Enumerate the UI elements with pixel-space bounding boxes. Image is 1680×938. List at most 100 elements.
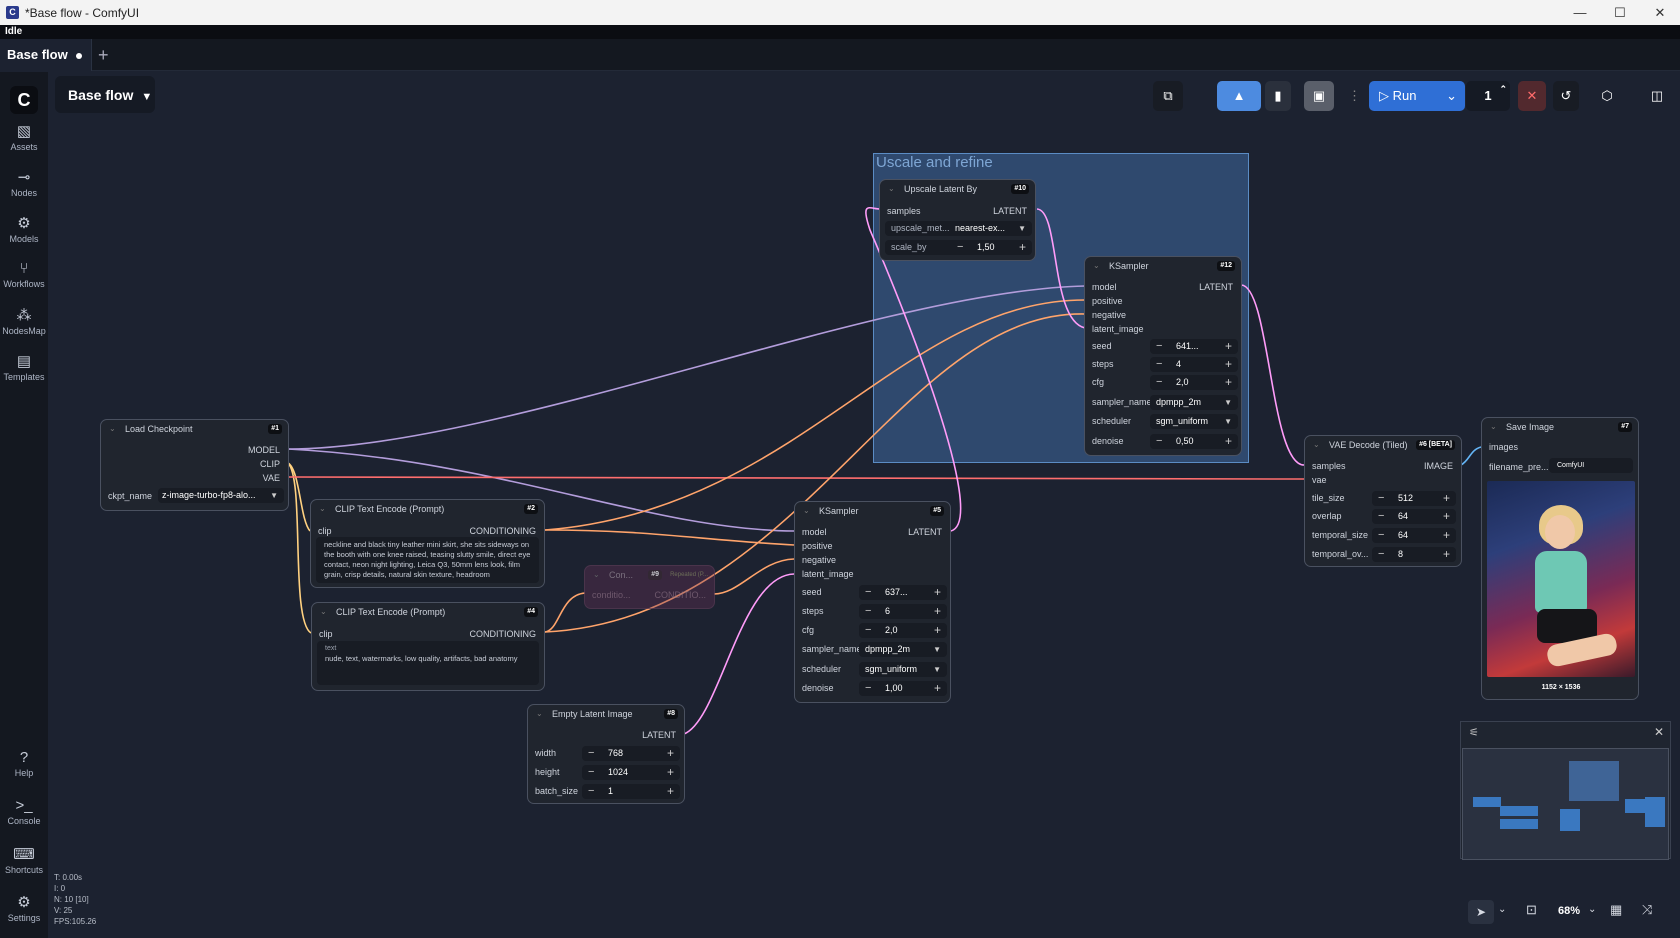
input-model[interactable]: model xyxy=(802,527,827,537)
collapse-icon[interactable]: ⌄ xyxy=(1490,418,1497,436)
output-latent[interactable]: LATENT xyxy=(993,206,1027,216)
minimap-node xyxy=(1625,799,1645,813)
input-positive[interactable]: positive xyxy=(1092,296,1123,306)
input-clip[interactable]: clip xyxy=(318,526,332,536)
minimap-panel[interactable]: ⚟ ✕ xyxy=(1460,721,1671,860)
input-negative[interactable]: negative xyxy=(802,555,836,565)
ckpt-name-select[interactable]: z-image-turbo-fp8-alo... ▼ xyxy=(158,488,284,503)
filename-prefix-label: filename_pre... xyxy=(1489,462,1549,472)
fit-view-icon[interactable]: ⊡ xyxy=(1526,902,1537,918)
output-latent[interactable]: LATENT xyxy=(1199,282,1233,292)
node-clip-text-encode-2[interactable]: ⌄ CLIP Text Encode (Prompt) #2 clip CONDIT… xyxy=(310,499,545,588)
scheduler-select[interactable]: sgm_uniform ▼ xyxy=(1150,414,1238,429)
output-vae[interactable]: VAE xyxy=(263,473,280,483)
prompt-text-area[interactable]: neckline and black tiny leather mini ski… xyxy=(316,537,539,583)
ckpt-name-label: ckpt_name xyxy=(108,491,153,501)
output-latent[interactable]: LATENT xyxy=(908,527,942,537)
input-latent-image[interactable]: latent_image xyxy=(802,569,854,579)
collapse-icon[interactable]: ⌄ xyxy=(320,603,327,621)
canvas-controls: ➤ ⌄ ⊡ 68% ⌄ ▦ ⤨ xyxy=(1460,898,1671,928)
steps-stepper[interactable]: −4 + xyxy=(1150,357,1238,372)
select-mode-button[interactable]: ➤ xyxy=(1468,900,1494,924)
node-save-image[interactable]: ⌄ Save Image #7 images filename_pre... Com… xyxy=(1481,417,1639,700)
scale-by-stepper[interactable]: scale_by −1,50 + xyxy=(885,240,1032,255)
batch-size-stepper[interactable]: −1 + xyxy=(582,784,680,799)
collapse-icon[interactable]: ⌄ xyxy=(888,180,895,198)
input-conditioning[interactable]: conditio... xyxy=(592,590,631,600)
node-ksampler-5[interactable]: ⌄ KSampler #5 model LATENT positive negati… xyxy=(794,501,951,703)
scheduler-select[interactable]: sgm_uniform ▼ xyxy=(859,662,947,677)
seed-stepper[interactable]: −637... + xyxy=(859,585,947,600)
input-vae[interactable]: vae xyxy=(1312,475,1327,485)
denoise-label: denoise xyxy=(802,683,834,693)
width-stepper[interactable]: −768 + xyxy=(582,746,680,761)
output-latent[interactable]: LATENT xyxy=(642,730,676,740)
input-positive[interactable]: positive xyxy=(802,541,833,551)
input-negative[interactable]: negative xyxy=(1092,310,1126,320)
tile-size-stepper[interactable]: −512 + xyxy=(1372,491,1456,506)
node-conditioning-9[interactable]: ⌄ Con... #9 Repeated (P... conditio... COND… xyxy=(584,565,715,609)
hide-links-icon[interactable]: ⤨ xyxy=(1642,902,1652,918)
input-images[interactable]: images xyxy=(1489,442,1518,452)
collapse-icon[interactable]: ⌄ xyxy=(536,705,543,723)
collapse-icon[interactable]: ⌄ xyxy=(803,502,810,520)
denoise-stepper[interactable]: −0,50 + xyxy=(1150,434,1238,449)
output-conditioning[interactable]: CONDITIONING xyxy=(470,629,537,639)
temporal-overlap-label: temporal_ov... xyxy=(1312,549,1369,559)
steps-stepper[interactable]: −6 + xyxy=(859,604,947,619)
cfg-stepper[interactable]: −2,0 + xyxy=(859,623,947,638)
input-samples[interactable]: samples xyxy=(1312,461,1346,471)
height-stepper[interactable]: −1024 + xyxy=(582,765,680,780)
minimap-viewport[interactable] xyxy=(1462,748,1669,860)
zoom-chevron-icon[interactable]: ⌄ xyxy=(1588,904,1596,915)
preview-top-shape xyxy=(1535,551,1587,613)
node-clip-text-encode-4[interactable]: ⌄ CLIP Text Encode (Prompt) #4 clip CONDIT… xyxy=(311,602,545,691)
collapse-icon[interactable]: ⌄ xyxy=(1313,436,1320,454)
output-image[interactable]: IMAGE xyxy=(1424,461,1453,471)
collapse-icon[interactable]: ⌄ xyxy=(109,420,116,438)
minimap-node xyxy=(1560,809,1580,831)
input-samples[interactable]: samples xyxy=(887,206,921,216)
cfg-stepper[interactable]: −2,0 + xyxy=(1150,375,1238,390)
minimap-settings-icon[interactable]: ⚟ xyxy=(1469,726,1479,739)
collapse-icon[interactable]: ⌄ xyxy=(593,566,600,584)
filename-prefix-input[interactable]: ComfyUI xyxy=(1549,458,1633,473)
chevron-down-icon: ▼ xyxy=(1224,417,1232,426)
chevron-down-icon[interactable]: ⌄ xyxy=(1498,904,1506,915)
output-conditioning[interactable]: CONDITIONING xyxy=(470,526,537,536)
link-model-to-ksampler12 xyxy=(287,285,1086,450)
node-upscale-latent-by[interactable]: ⌄ Upscale Latent By #10 samples LATENT ups… xyxy=(879,179,1036,261)
collapse-icon[interactable]: ⌄ xyxy=(319,500,326,518)
minimap-node xyxy=(1645,797,1665,827)
scheduler-label: scheduler xyxy=(1092,416,1132,426)
generated-image-preview[interactable] xyxy=(1487,481,1635,677)
minimap-toggle-icon[interactable]: ▦ xyxy=(1610,902,1622,918)
overlap-stepper[interactable]: −64 + xyxy=(1372,509,1456,524)
minimap-close-icon[interactable]: ✕ xyxy=(1654,725,1664,739)
temporal-overlap-stepper[interactable]: −8 + xyxy=(1372,547,1456,562)
negative-prompt-text-area[interactable]: text nude, text, watermarks, low quality… xyxy=(317,641,539,685)
node-ksampler-12[interactable]: ⌄ KSampler #12 model LATENT positive negat… xyxy=(1084,256,1242,456)
output-model[interactable]: MODEL xyxy=(248,445,280,455)
node-load-checkpoint[interactable]: ⌄ Load Checkpoint #1 MODEL CLIP VAE ckpt_n… xyxy=(100,419,289,511)
output-conditioning[interactable]: CONDITIO... xyxy=(655,590,707,600)
denoise-stepper[interactable]: −1,00 + xyxy=(859,681,947,696)
upscale-method-select[interactable]: upscale_met... nearest-ex... ▼ xyxy=(885,221,1032,236)
collapse-icon[interactable]: ⌄ xyxy=(1093,257,1100,275)
link-clip-to-clip4 xyxy=(287,462,312,634)
output-clip[interactable]: CLIP xyxy=(260,459,280,469)
seed-stepper[interactable]: −641... + xyxy=(1150,339,1238,354)
node-empty-latent-image[interactable]: ⌄ Empty Latent Image #8 LATENT width −768 +… xyxy=(527,704,685,804)
minimap-node xyxy=(1473,797,1501,807)
temporal-size-stepper[interactable]: −64 + xyxy=(1372,528,1456,543)
input-latent-image[interactable]: latent_image xyxy=(1092,324,1144,334)
sampler-select[interactable]: dpmpp_2m ▼ xyxy=(1150,395,1238,410)
input-model[interactable]: model xyxy=(1092,282,1117,292)
zoom-level[interactable]: 68% xyxy=(1558,905,1580,917)
input-clip[interactable]: clip xyxy=(319,629,333,639)
node-vae-decode-tiled[interactable]: ⌄ VAE Decode (Tiled) #6 [BETA] samples IMA… xyxy=(1304,435,1462,567)
minimap-node xyxy=(1500,819,1538,829)
chevron-down-icon: ▼ xyxy=(933,645,941,654)
steps-label: steps xyxy=(1092,359,1114,369)
sampler-select[interactable]: dpmpp_2m ▼ xyxy=(859,642,947,657)
